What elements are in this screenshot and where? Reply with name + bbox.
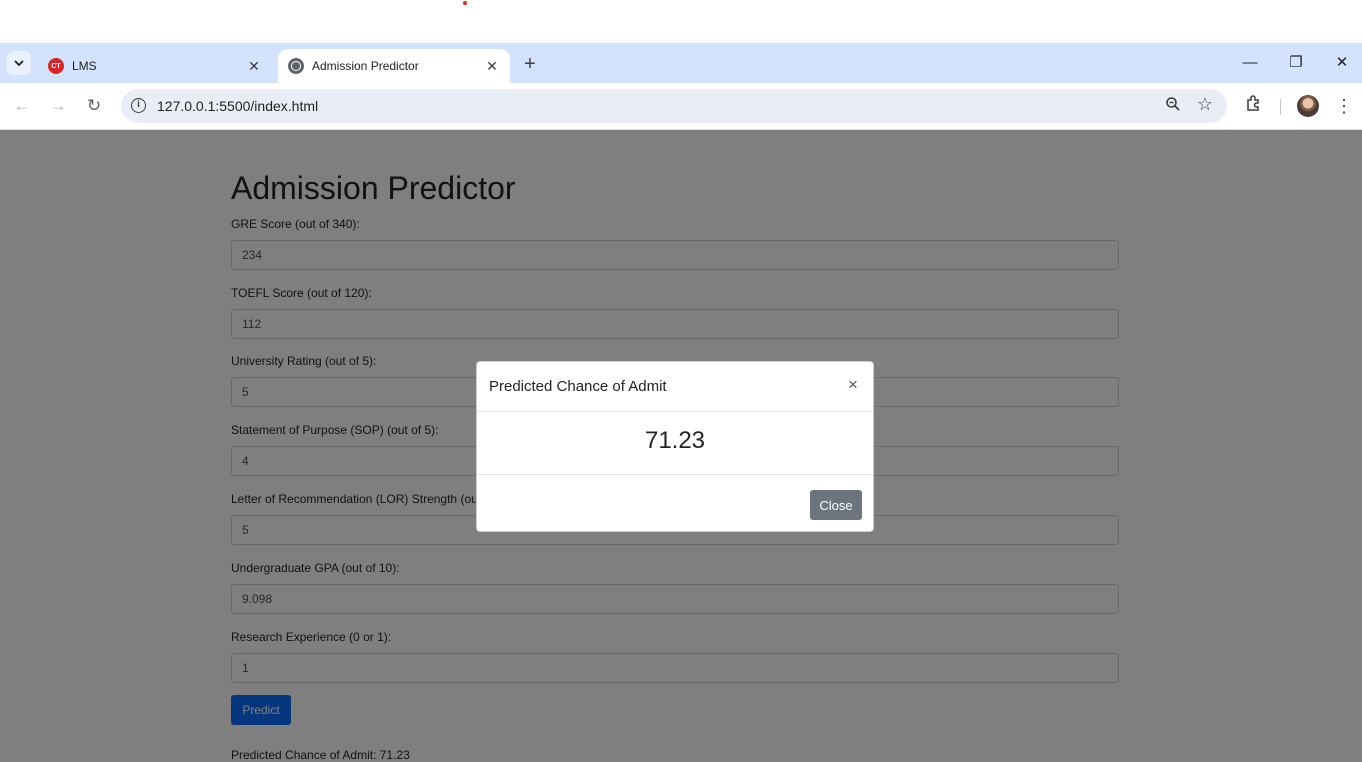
- page-content: Admission Predictor GRE Score (out of 34…: [0, 130, 1362, 762]
- predicted-value: 71.23: [644, 427, 706, 454]
- modal-close-button[interactable]: Close: [810, 490, 862, 520]
- reload-icon[interactable]: ↻: [82, 94, 106, 118]
- profile-avatar[interactable]: [1297, 95, 1319, 117]
- lms-favicon-icon: CT: [48, 58, 64, 74]
- modal-title: Predicted Chance of Admit: [489, 378, 667, 395]
- forward-icon[interactable]: →: [46, 94, 70, 118]
- restore-icon[interactable]: ❐: [1280, 51, 1312, 75]
- close-icon[interactable]: ×: [845, 376, 861, 394]
- chevron-down-icon: [14, 60, 24, 67]
- close-tab-icon[interactable]: ✕: [246, 58, 262, 75]
- tab-title: Admission Predictor: [312, 59, 419, 73]
- tab-admission-predictor[interactable]: Admission Predictor ✕: [278, 49, 510, 83]
- bookmark-star-icon[interactable]: ☆: [1197, 94, 1213, 115]
- url-text[interactable]: 127.0.0.1:5500/index.html: [157, 98, 318, 114]
- tab-lms[interactable]: CT LMS ✕: [38, 49, 272, 83]
- modal-body: 71.23: [477, 412, 873, 475]
- more-menu-icon[interactable]: ⋮: [1334, 94, 1354, 118]
- new-tab-button[interactable]: +: [518, 53, 542, 77]
- site-info-icon[interactable]: i: [131, 98, 146, 113]
- tab-bar: CT LMS ✕ Admission Predictor ✕ + — ❐ ✕: [0, 43, 1362, 83]
- globe-icon: [288, 58, 304, 74]
- browser-toolbar: ← → ↻ i 127.0.0.1:5500/index.html ☆ ⋮: [0, 83, 1362, 130]
- extensions-icon[interactable]: [1244, 94, 1264, 114]
- prediction-modal: Predicted Chance of Admit × 71.23 Close: [476, 361, 874, 532]
- tab-title: LMS: [72, 59, 97, 73]
- close-tab-icon[interactable]: ✕: [484, 58, 500, 75]
- close-window-icon[interactable]: ✕: [1326, 51, 1358, 75]
- toolbar-divider: [1280, 99, 1281, 115]
- zoom-icon[interactable]: [1165, 96, 1181, 117]
- tab-search-button[interactable]: [7, 51, 31, 75]
- recording-dot: [463, 1, 467, 5]
- modal-header: Predicted Chance of Admit ×: [477, 362, 873, 412]
- address-bar[interactable]: i 127.0.0.1:5500/index.html ☆: [121, 89, 1227, 123]
- window-top-strip: [0, 0, 1362, 43]
- minimize-icon[interactable]: —: [1234, 51, 1266, 75]
- back-icon[interactable]: ←: [10, 94, 34, 118]
